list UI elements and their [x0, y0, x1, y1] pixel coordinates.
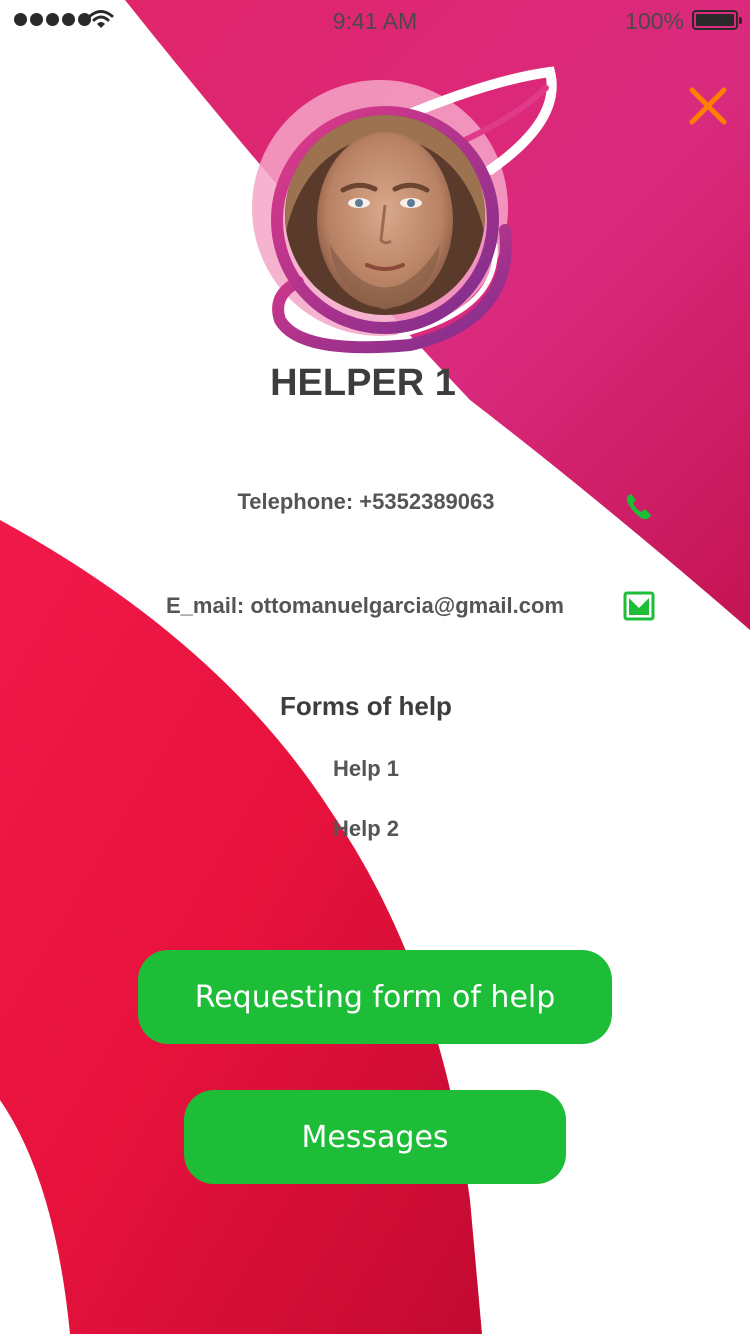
- mail-icon[interactable]: [623, 591, 655, 621]
- phone-icon[interactable]: [623, 491, 655, 523]
- email-text: E_mail: ottomanuelgarcia@gmail.com: [166, 593, 564, 618]
- help-item: Help 1: [332, 756, 400, 781]
- avatar-photo: [285, 115, 485, 315]
- helper-profile-screen: 9:41 AM 100% HELPER 1 Telephone: +535238…: [0, 0, 750, 1334]
- status-bar: 9:41 AM 100%: [0, 0, 750, 40]
- battery-percent: 100%: [625, 8, 684, 34]
- messages-button[interactable]: Messages: [184, 1090, 566, 1184]
- battery-icon: [692, 10, 742, 30]
- close-icon[interactable]: [684, 82, 732, 130]
- requesting-form-of-help-button[interactable]: Requesting form of help: [138, 950, 612, 1044]
- avatar: [250, 60, 570, 380]
- forms-of-help-heading: Forms of help: [280, 691, 452, 721]
- help-item: Help 2: [332, 816, 400, 841]
- page-title: HELPER 1: [270, 362, 456, 404]
